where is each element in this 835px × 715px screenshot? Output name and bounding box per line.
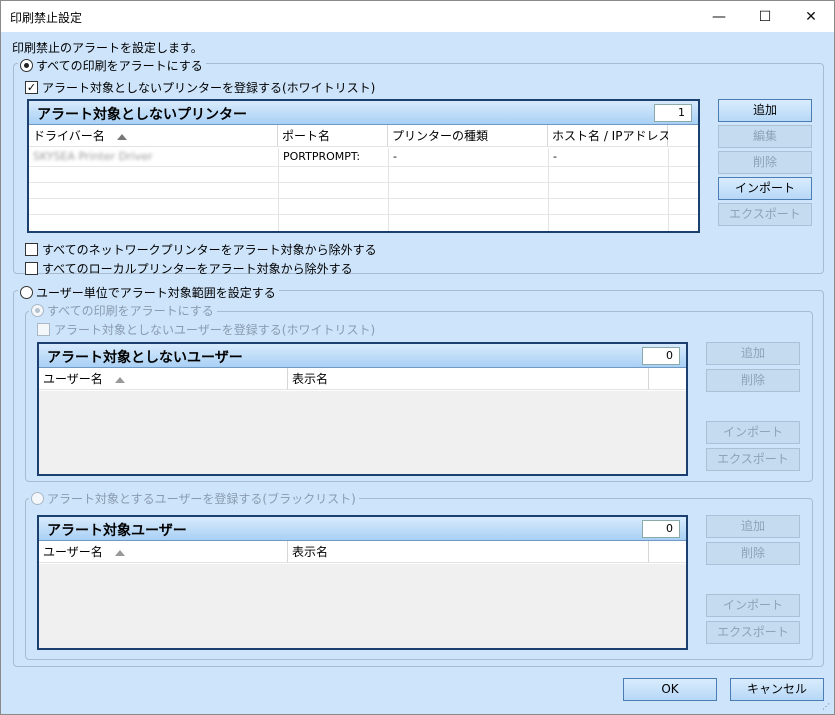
user-all-print-alert-label: すべての印刷をアラートにする (47, 304, 214, 318)
print-prohibition-settings-window: 印刷禁止設定 — ☐ ✕ 印刷禁止のアラートを設定します。 すべての印刷をアラー… (0, 0, 835, 715)
import-whitelist-user-button[interactable]: インポート (706, 421, 800, 444)
printer-whitelist-checkbox[interactable]: ✓ アラート対象としないプリンターを登録する(ホワイトリスト) (25, 79, 375, 96)
edit-printer-button[interactable]: 編集 (718, 125, 812, 148)
column-display-name-label: 表示名 (292, 545, 329, 559)
radio-unselected-icon (20, 286, 33, 299)
column-printer-type[interactable]: プリンターの種類 (388, 125, 548, 147)
user-all-print-alert-radio[interactable]: すべての印刷をアラートにする (29, 302, 217, 319)
intro-text: 印刷禁止のアラートを設定します。 (12, 41, 203, 55)
add-blacklist-user-button[interactable]: 追加 (706, 515, 800, 538)
grid-line (29, 166, 698, 167)
exclude-local-printers-label: すべてのローカルプリンターをアラート対象から除外する (42, 262, 353, 276)
dialog-body: 印刷禁止のアラートを設定します。 すべての印刷をアラートにする ✓ アラート対象… (1, 32, 834, 714)
column-port-name-label: ポート名 (282, 129, 331, 143)
radio-selected-icon (20, 59, 33, 72)
user-blacklist-panel-title: アラート対象ユーザー (47, 523, 187, 539)
sort-ascending-icon (114, 376, 125, 383)
delete-blacklist-user-button[interactable]: 削除 (706, 542, 800, 565)
delete-whitelist-user-button[interactable]: 削除 (706, 369, 800, 392)
minimize-button[interactable]: — (696, 1, 742, 32)
delete-printer-button[interactable]: 削除 (718, 151, 812, 174)
column-filler (649, 368, 686, 390)
title-bar: 印刷禁止設定 — ☐ ✕ (1, 1, 834, 32)
grid-line (29, 198, 698, 199)
printer-panel-title: アラート対象としないプリンター (37, 107, 247, 123)
export-whitelist-user-button[interactable]: エクスポート (706, 448, 800, 471)
user-whitelist-checkbox[interactable]: アラート対象としないユーザーを登録する(ホワイトリスト) (37, 321, 375, 338)
column-port-name[interactable]: ポート名 (278, 125, 388, 147)
radio-unselected-icon (31, 492, 44, 505)
column-printer-type-label: プリンターの種類 (392, 129, 489, 143)
minimize-icon: — (712, 8, 726, 25)
checkbox-unchecked-icon (25, 262, 38, 275)
exclude-network-printers-checkbox[interactable]: すべてのネットワークプリンターをアラート対象から除外する (25, 241, 377, 258)
cancel-button[interactable]: キャンセル (730, 678, 824, 701)
close-icon: ✕ (805, 8, 817, 25)
checkbox-unchecked-icon (37, 323, 50, 336)
user-blacklist-list (39, 564, 686, 648)
user-whitelist-label: アラート対象としないユーザーを登録する(ホワイトリスト) (54, 323, 376, 337)
host-ip-cell: - (553, 150, 557, 163)
export-printer-button[interactable]: エクスポート (718, 203, 812, 226)
user-blacklist-panel-header: アラート対象ユーザー 0 (39, 517, 686, 541)
column-display-name-label: 表示名 (292, 372, 329, 386)
printer-panel-header: アラート対象としないプリンター 1 (29, 101, 698, 125)
port-name-cell: PORTPROMPT: (283, 150, 361, 163)
per-user-alert-label: ユーザー単位でアラート対象範囲を設定する (36, 286, 276, 300)
grid-line (29, 214, 698, 215)
grid-line (29, 182, 698, 183)
printer-list: SKYSEA Printer Driver PORTPROMPT: - - (29, 148, 698, 231)
column-display-name[interactable]: 表示名 (288, 541, 649, 563)
checkbox-unchecked-icon (25, 243, 38, 256)
table-row[interactable]: SKYSEA Printer Driver PORTPROMPT: - - (29, 149, 698, 166)
driver-name-cell: SKYSEA Printer Driver (33, 150, 153, 163)
import-blacklist-user-button[interactable]: インポート (706, 594, 800, 617)
radio-selected-icon (31, 304, 44, 317)
user-whitelist-list (39, 391, 686, 474)
window-title: 印刷禁止設定 (10, 11, 83, 25)
all-print-alert-radio[interactable]: すべての印刷をアラートにする (18, 57, 206, 74)
add-whitelist-user-button[interactable]: 追加 (706, 342, 800, 365)
checkbox-checked-icon: ✓ (25, 81, 38, 94)
user-blacklist-count: 0 (642, 520, 680, 538)
ok-button[interactable]: OK (623, 678, 717, 701)
exclude-local-printers-checkbox[interactable]: すべてのローカルプリンターをアラート対象から除外する (25, 260, 353, 277)
printer-count: 1 (654, 104, 692, 122)
column-driver-name-label: ドライバー名 (33, 129, 105, 143)
column-user-name-label: ユーザー名 (43, 372, 103, 386)
column-user-name[interactable]: ユーザー名 (39, 368, 288, 390)
maximize-button[interactable]: ☐ (742, 1, 788, 32)
printer-whitelist-label: アラート対象としないプリンターを登録する(ホワイトリスト) (42, 81, 376, 95)
import-printer-button[interactable]: インポート (718, 177, 812, 200)
sort-ascending-icon (114, 549, 125, 556)
column-user-name[interactable]: ユーザー名 (39, 541, 288, 563)
add-printer-button[interactable]: 追加 (718, 99, 812, 122)
column-filler (668, 125, 698, 147)
user-whitelist-count: 0 (642, 347, 680, 365)
column-host-ip[interactable]: ホスト名 / IPアドレス (548, 125, 671, 147)
user-whitelist-panel-header: アラート対象としないユーザー 0 (39, 344, 686, 368)
sort-ascending-icon (116, 133, 127, 140)
column-filler (649, 541, 686, 563)
column-display-name[interactable]: 表示名 (288, 368, 649, 390)
column-host-ip-label: ホスト名 / IPアドレス (552, 129, 671, 143)
user-whitelist-panel: アラート対象としないユーザー 0 ユーザー名 表示名 (37, 342, 688, 476)
column-driver-name[interactable]: ドライバー名 (29, 125, 278, 147)
close-button[interactable]: ✕ (788, 1, 834, 32)
maximize-icon: ☐ (758, 8, 772, 25)
printer-whitelist-panel: アラート対象としないプリンター 1 ドライバー名 ポート名 プリンターの種類 ホ… (27, 99, 700, 233)
user-whitelist-panel-title: アラート対象としないユーザー (47, 350, 243, 366)
user-blacklist-panel: アラート対象ユーザー 0 ユーザー名 表示名 (37, 515, 688, 650)
user-blacklist-radio[interactable]: アラート対象とするユーザーを登録する(ブラックリスト) (29, 490, 359, 507)
all-print-alert-label: すべての印刷をアラートにする (36, 59, 203, 73)
column-user-name-label: ユーザー名 (43, 545, 103, 559)
printer-type-cell: - (393, 150, 397, 163)
resize-grip-icon[interactable]: ⋰ (822, 702, 832, 712)
export-blacklist-user-button[interactable]: エクスポート (706, 621, 800, 644)
per-user-alert-radio[interactable]: ユーザー単位でアラート対象範囲を設定する (18, 284, 279, 301)
user-blacklist-label: アラート対象とするユーザーを登録する(ブラックリスト) (47, 492, 356, 506)
exclude-network-printers-label: すべてのネットワークプリンターをアラート対象から除外する (42, 243, 377, 257)
